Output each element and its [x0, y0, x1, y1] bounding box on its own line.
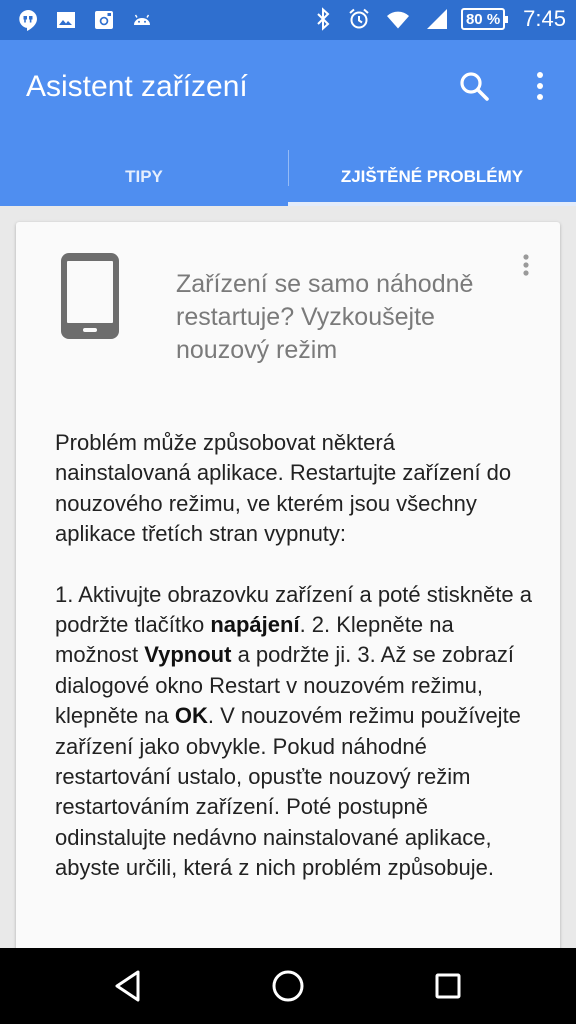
android-icon [134, 14, 150, 25]
tab-divider [288, 150, 289, 186]
hangouts-icon [19, 10, 37, 31]
clock: 7:45 [523, 6, 566, 31]
battery-icon: 80 % [460, 8, 509, 30]
card-more-icon[interactable] [516, 252, 536, 282]
bluetooth-icon [317, 7, 330, 31]
tab-detected-problems[interactable]: ZJIŠTĚNÉ PROBLÉMY [288, 148, 576, 206]
steps-bold-ok: OK [174, 703, 208, 729]
card-intro: Problém může způsobovat některá nainstal… [55, 430, 512, 547]
signal-icon [426, 9, 447, 29]
more-vert-icon[interactable] [526, 68, 554, 104]
home-icon[interactable] [268, 966, 308, 1006]
app-bar: Asistent zařízení TIPY ZJIŠTĚNÉ PROBLÉMY [0, 40, 576, 206]
battery-level: 80 % [465, 10, 501, 28]
steps-bold-poweroff: Vypnout [144, 642, 232, 668]
tab-tipy[interactable]: TIPY [0, 148, 288, 206]
recents-icon[interactable] [428, 966, 468, 1006]
image-icon [57, 12, 75, 28]
app-title: Asistent zařízení [26, 70, 248, 103]
status-bar: 80 % 7:45 [0, 0, 576, 40]
back-icon[interactable] [108, 966, 148, 1006]
wifi-icon [386, 11, 409, 29]
card-body: Problém může způsobovat některá nainstal… [55, 428, 533, 884]
smartphone-icon [61, 253, 119, 339]
card-title: Zařízení se samo náhodně restartuje? Vyz… [176, 270, 474, 364]
nav-bar [0, 948, 576, 1024]
steps-text-4: . V nouzovém režimu používejte zařízení … [55, 703, 521, 881]
tip-card: Zařízení se samo náhodně restartuje? Vyz… [16, 222, 560, 982]
instagram-icon [95, 11, 113, 29]
steps-bold-power: napájení [210, 612, 300, 638]
search-icon[interactable] [456, 68, 492, 104]
alarm-icon [349, 8, 369, 29]
card-steps: 1. Aktivujte obrazovku zařízení a poté s… [55, 580, 533, 884]
